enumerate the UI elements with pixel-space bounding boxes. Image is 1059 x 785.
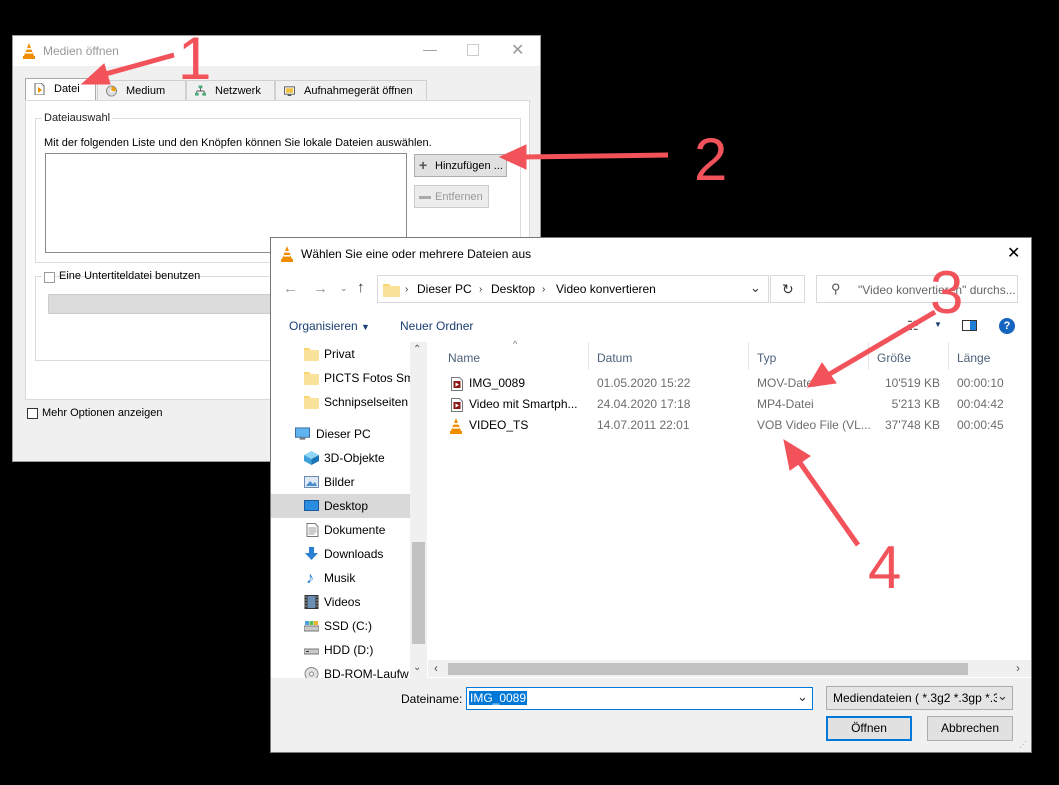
annotation-arrow-3 — [807, 309, 937, 388]
annotation-arrow-4 — [783, 438, 861, 547]
annotation-overlay — [80, 52, 937, 547]
annotation-arrow-2 — [498, 144, 669, 170]
annotation-number-4: 4 — [868, 534, 902, 601]
annotation-number-1: 1 — [178, 25, 212, 92]
annotation-arrow-1 — [80, 52, 175, 85]
annotation-number-3: 3 — [930, 259, 964, 326]
annotation-number-2: 2 — [694, 126, 728, 193]
